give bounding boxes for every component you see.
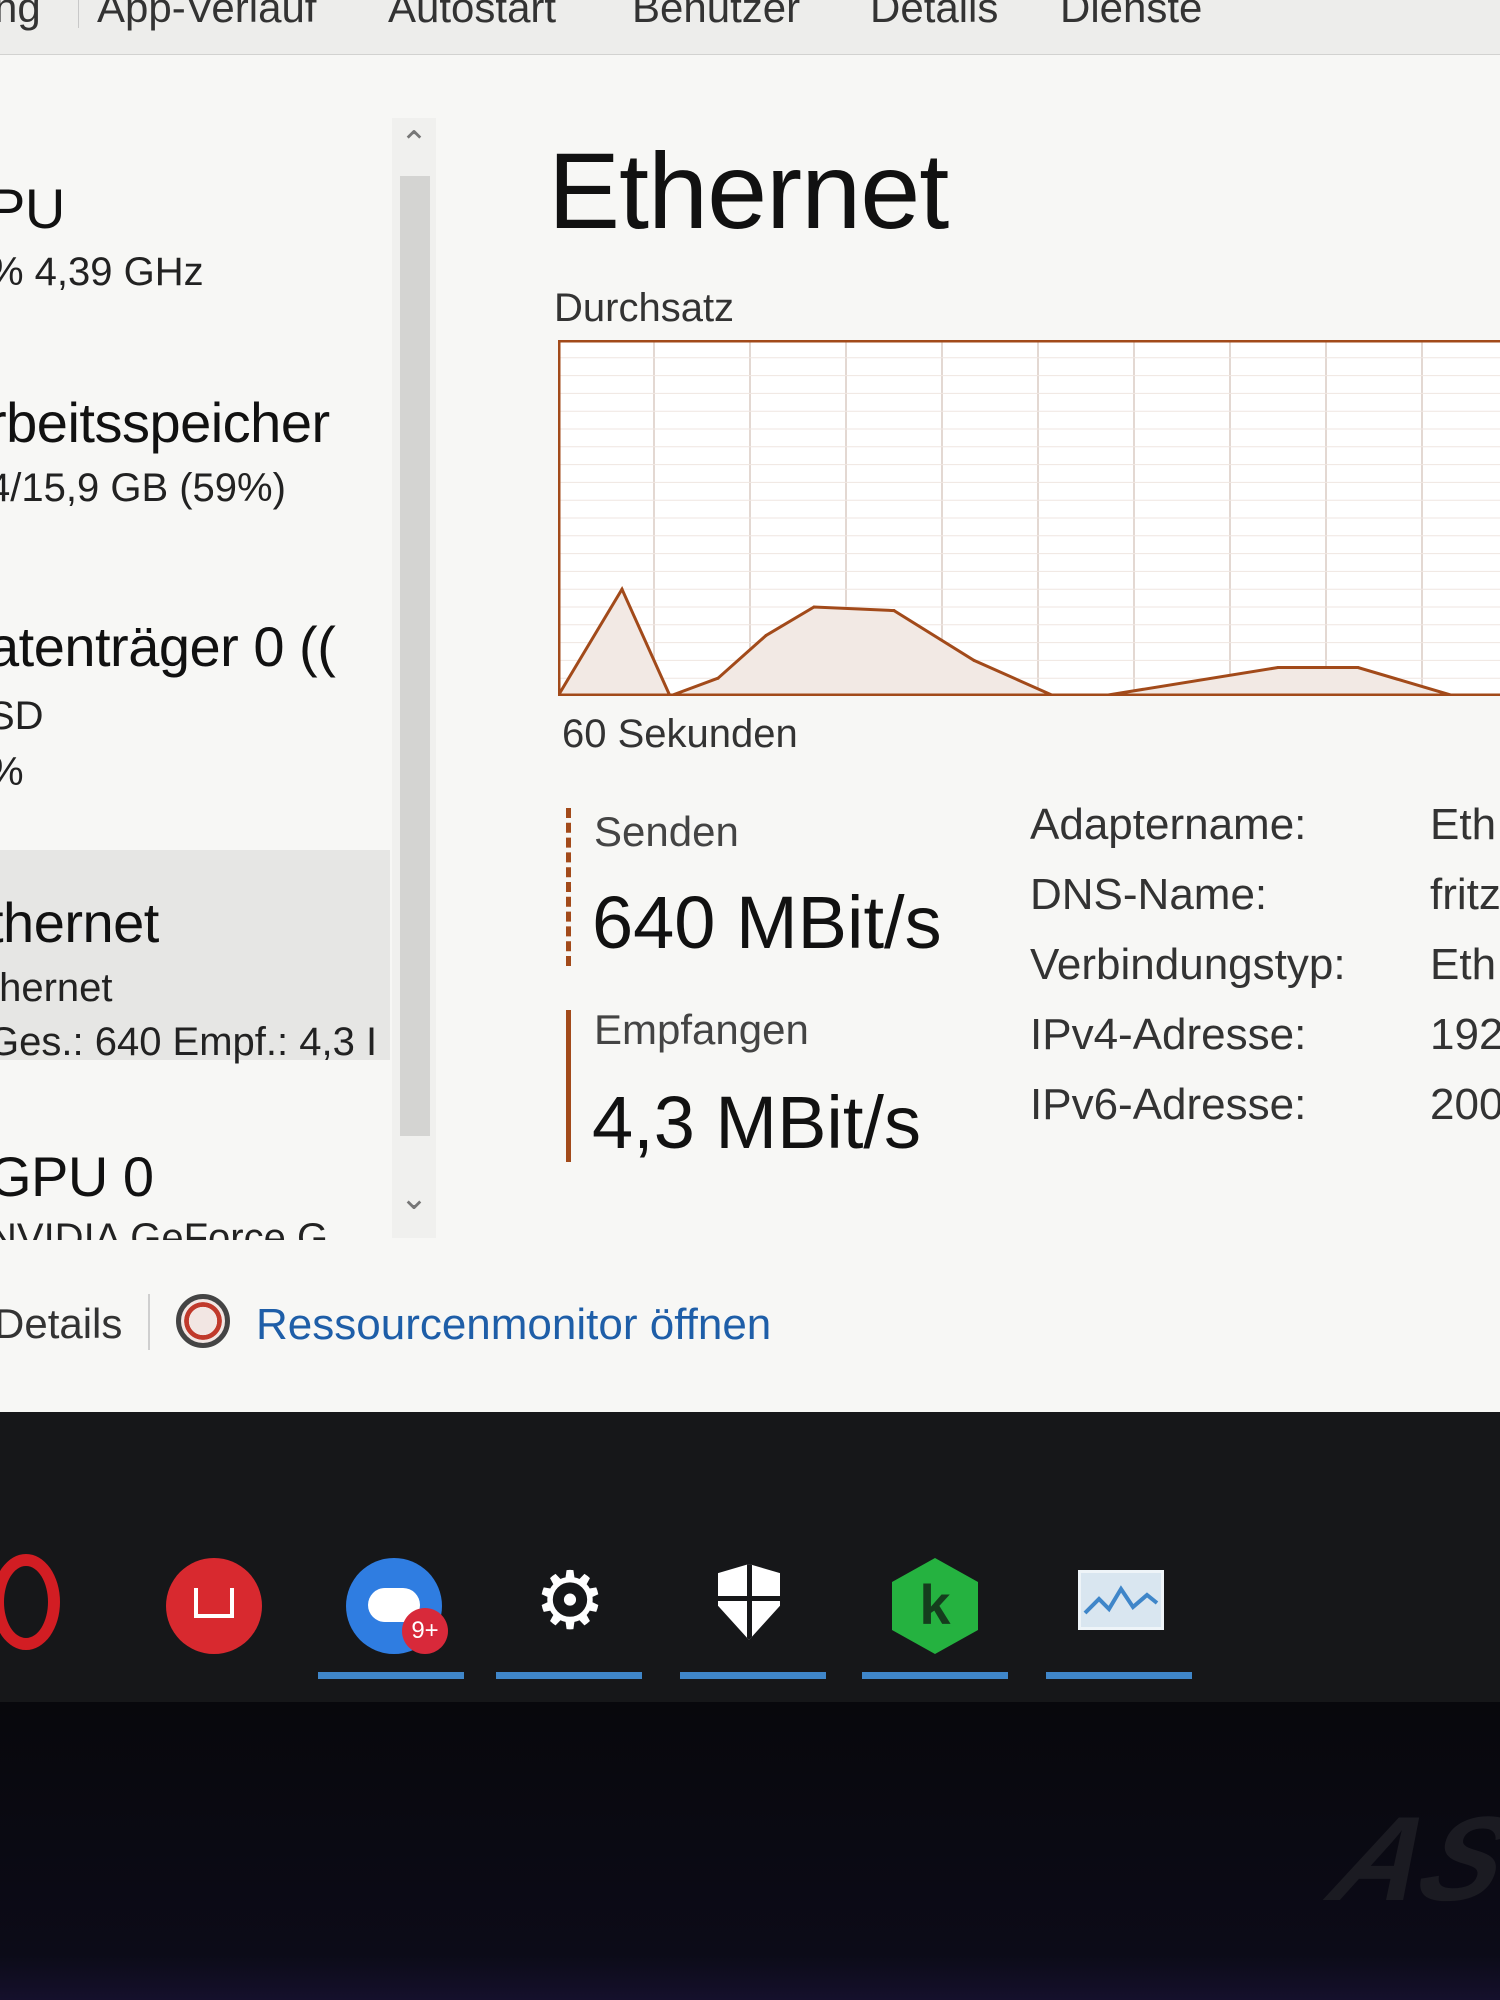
property-ipv4: IPv4-Adresse: 192 bbox=[1030, 1010, 1500, 1070]
settings-icon: ⚙ bbox=[534, 1556, 606, 1645]
sidebar-item-usage: % bbox=[0, 750, 24, 795]
property-ipv6: IPv6-Adresse: 200 bbox=[1030, 1080, 1500, 1140]
tab-leistung[interactable]: ng bbox=[0, 0, 41, 29]
laptop-bezel bbox=[0, 1702, 1500, 2000]
running-indicator bbox=[1046, 1672, 1192, 1679]
scroll-up-icon[interactable]: ⌃ bbox=[392, 124, 436, 164]
sidebar-item-title: rbeitsspeicher bbox=[0, 391, 330, 454]
open-resource-monitor-link[interactable]: Ressourcenmonitor öffnen bbox=[256, 1300, 771, 1350]
sidebar-item-detail: 4/15,9 GB (59%) bbox=[0, 466, 286, 510]
sidebar-item-detail: NVIDIA GeForce G bbox=[0, 1216, 329, 1240]
property-key: IPv4-Adresse: bbox=[1030, 1010, 1307, 1059]
mi-home-glyph bbox=[194, 1588, 234, 1618]
throughput-graph bbox=[558, 340, 1500, 696]
opera-icon bbox=[0, 1554, 60, 1650]
property-key: IPv6-Adresse: bbox=[1030, 1080, 1307, 1129]
receive-legend-marker bbox=[566, 1010, 571, 1162]
data-point bbox=[1356, 666, 1360, 670]
sidebar-item-title: atenträger 0 (( bbox=[0, 615, 336, 678]
property-adapter-name: Adaptername: Eth bbox=[1030, 800, 1500, 860]
time-span-label: 60 Sekunden bbox=[562, 712, 798, 756]
settings-button[interactable]: ⚙ bbox=[514, 1552, 624, 1662]
sidebar-item-throughput: Ges.: 640 Empf.: 4,3 I bbox=[0, 1020, 378, 1064]
tab-autostart[interactable]: Autostart bbox=[388, 0, 556, 29]
sidebar-item-disk[interactable]: atenträger 0 (( SD % bbox=[0, 600, 390, 800]
data-point bbox=[812, 605, 816, 609]
sidebar-item-gpu[interactable]: GPU 0 NVIDIA GeForce G bbox=[0, 1120, 390, 1240]
sidebar-item-detail: % 4,39 GHz bbox=[0, 250, 204, 294]
sidebar-item-cpu[interactable]: PU % 4,39 GHz bbox=[0, 140, 390, 294]
running-indicator bbox=[318, 1672, 464, 1679]
property-key: DNS-Name: bbox=[1030, 870, 1268, 919]
property-value: Eth bbox=[1430, 940, 1497, 989]
messenger-button[interactable]: 9+ bbox=[340, 1552, 450, 1662]
property-value: Eth bbox=[1430, 800, 1497, 849]
property-key: Adaptername: bbox=[1030, 800, 1307, 849]
resource-monitor-icon[interactable] bbox=[176, 1294, 230, 1348]
sidebar-item-title: GPU 0 bbox=[0, 1145, 154, 1208]
sidebar-item-title: PU bbox=[0, 177, 65, 240]
graph-grid bbox=[558, 340, 1500, 696]
windows-security-button[interactable] bbox=[696, 1552, 806, 1662]
send-label: Senden bbox=[594, 808, 739, 855]
sidebar-scrollbar[interactable]: ⌃ ⌄ bbox=[392, 118, 436, 1238]
property-value: 200 bbox=[1430, 1080, 1500, 1129]
property-value: 192 bbox=[1430, 1010, 1500, 1059]
scroll-down-icon[interactable]: ⌄ bbox=[392, 1178, 436, 1218]
property-connection-type: Verbindungstyp: Eth bbox=[1030, 940, 1500, 1000]
footer-divider bbox=[148, 1294, 150, 1350]
notification-badge: 9+ bbox=[402, 1608, 448, 1654]
data-point bbox=[764, 633, 768, 637]
task-manager-button[interactable] bbox=[1064, 1552, 1174, 1662]
footer-bar: Details Ressourcenmonitor öffnen bbox=[0, 1290, 1500, 1370]
running-indicator bbox=[680, 1672, 826, 1679]
tab-app-verlauf[interactable]: App-Verlauf bbox=[78, 0, 316, 29]
property-key: Verbindungstyp: bbox=[1030, 940, 1346, 989]
sidebar-item-title: thernet bbox=[0, 891, 159, 954]
mi-home-button[interactable] bbox=[160, 1552, 270, 1662]
receive-label: Empfangen bbox=[594, 1006, 809, 1053]
running-indicator bbox=[862, 1672, 1008, 1679]
property-value: fritz bbox=[1430, 870, 1500, 919]
data-point bbox=[716, 676, 720, 680]
sidebar-item-ethernet[interactable]: thernet thernet Ges.: 640 Empf.: 4,3 I bbox=[0, 850, 390, 1064]
sidebar-item-detail: thernet bbox=[0, 966, 113, 1010]
ethernet-detail-panel: Ethernet Durchsatz 60 Sekunden Senden 64… bbox=[540, 0, 1500, 1412]
data-point bbox=[1276, 666, 1280, 670]
mi-home-icon bbox=[166, 1558, 262, 1654]
data-point bbox=[972, 658, 976, 662]
data-point bbox=[620, 587, 624, 591]
task-manager-window: ng App-Verlauf Autostart Benutzer Detail… bbox=[0, 0, 1500, 1412]
taskbar: 9+ ⚙ k bbox=[0, 1412, 1500, 1702]
page-title: Ethernet bbox=[548, 130, 949, 251]
kaspersky-icon: k bbox=[892, 1558, 978, 1654]
send-legend-marker bbox=[566, 808, 571, 966]
sidebar-item-memory[interactable]: rbeitsspeicher 4/15,9 GB (59%) bbox=[0, 370, 390, 530]
kaspersky-button[interactable]: k bbox=[880, 1552, 990, 1662]
running-indicator bbox=[496, 1672, 642, 1679]
fewer-details-link[interactable]: Details bbox=[0, 1300, 122, 1348]
sidebar-item-detail: SD bbox=[0, 694, 44, 738]
windows-security-icon bbox=[718, 1564, 780, 1640]
opera-button[interactable] bbox=[0, 1552, 110, 1662]
send-value: 640 MBit/s bbox=[592, 881, 942, 964]
receive-value: 4,3 MBit/s bbox=[592, 1081, 921, 1164]
task-manager-icon bbox=[1078, 1570, 1164, 1630]
data-point bbox=[892, 609, 896, 613]
scroll-thumb[interactable] bbox=[400, 176, 430, 1136]
property-dns-name: DNS-Name: fritz bbox=[1030, 870, 1500, 930]
throughput-label: Durchsatz bbox=[554, 286, 735, 330]
performance-sidebar: PU % 4,39 GHz rbeitsspeicher 4/15,9 GB (… bbox=[0, 110, 460, 1240]
